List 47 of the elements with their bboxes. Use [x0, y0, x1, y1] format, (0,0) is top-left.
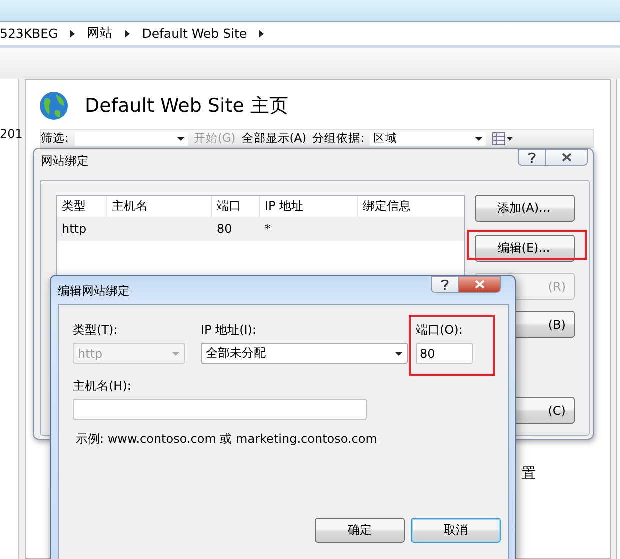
help-icon: [527, 152, 537, 164]
group-by-label: 分组依据:: [312, 131, 364, 146]
help-button[interactable]: [518, 149, 546, 166]
table-cell-text: 80: [216, 222, 234, 236]
dropdown-arrow-icon: [176, 136, 185, 140]
help-button[interactable]: [431, 276, 459, 293]
breadcrumb-item[interactable]: 523KBEG: [0, 26, 58, 41]
table-cell-text: *: [264, 222, 272, 236]
partial-text: 置: [522, 465, 536, 483]
close-icon: [562, 153, 572, 162]
close-icon: [474, 280, 484, 289]
table-cell-text: http: [61, 222, 88, 236]
dropdown-arrow-icon: [172, 352, 180, 356]
field-label: 端口(O):: [416, 322, 464, 338]
help-icon: [440, 278, 450, 290]
example-text: 示例: www.contoso.com 或 marketing.contoso.com: [76, 431, 378, 448]
breadcrumb-item[interactable]: Default Web Site: [142, 26, 248, 41]
dialog-title: 网站绑定: [40, 153, 89, 170]
arrow-icon: [70, 30, 76, 38]
close-button[interactable]: [459, 276, 501, 293]
dropdown-arrow-icon: [395, 352, 403, 356]
filter-field[interactable]: [74, 132, 188, 146]
host-field[interactable]: [73, 399, 367, 420]
filter-label: 筛选:: [41, 131, 69, 146]
field-label: IP 地址(I):: [201, 322, 258, 338]
column-header[interactable]: 绑定信息: [358, 196, 458, 217]
ip-dropdown[interactable]: 全部未分配: [201, 343, 408, 364]
port-field[interactable]: 80: [416, 343, 473, 364]
globe-icon: [39, 91, 69, 121]
dialog-button[interactable]: 编辑(E)...: [475, 235, 575, 262]
table-row[interactable]: http 80 *: [57, 217, 464, 241]
dropdown-arrow-icon: [475, 136, 484, 140]
dialog-button[interactable]: 取消: [411, 518, 501, 543]
close-button[interactable]: [546, 149, 588, 166]
field-label: 类型(T):: [73, 322, 119, 338]
dialog-button[interactable]: 添加(A)...: [475, 195, 575, 222]
arrow-icon: [125, 30, 130, 38]
dialog-button[interactable]: 确定: [315, 518, 405, 543]
arrow-icon: [259, 30, 264, 38]
dialog-title: 编辑网站绑定: [57, 283, 130, 300]
breadcrumb-item[interactable]: 网站: [87, 25, 114, 42]
page-title: Default Web Site 主页: [85, 94, 288, 119]
tree-item[interactable]: 201: [0, 127, 23, 141]
group-by-dropdown[interactable]: 区域: [370, 132, 486, 146]
view-icon[interactable]: [492, 132, 514, 146]
show-all-button[interactable]: 全部显示(A): [242, 131, 307, 146]
field-label: 主机名(H):: [73, 378, 132, 394]
